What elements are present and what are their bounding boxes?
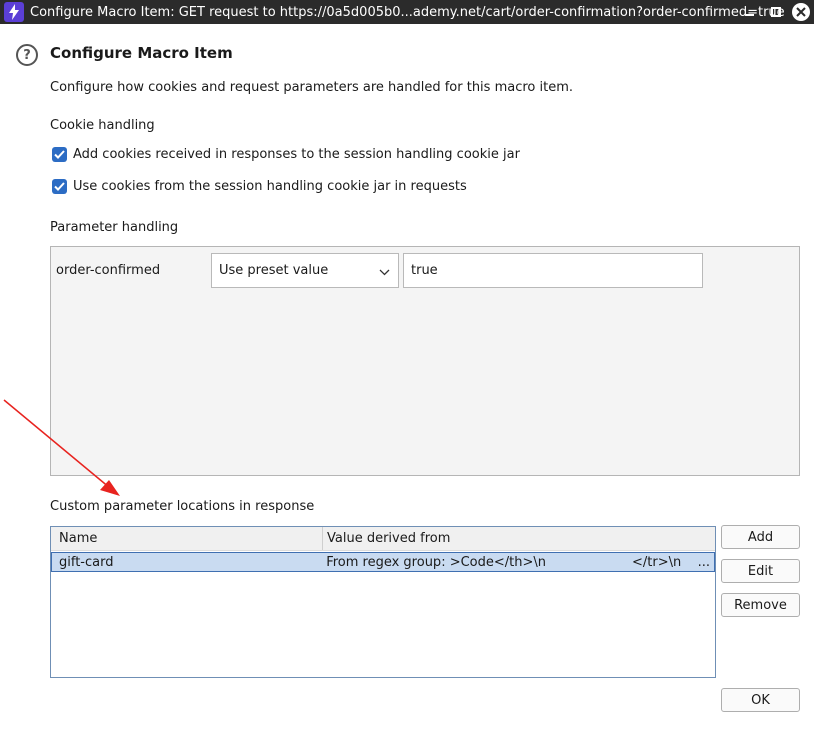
column-header-name[interactable]: Name — [51, 527, 323, 550]
row-derived-part2: </tr>\n — [632, 554, 682, 570]
remove-button[interactable]: Remove — [721, 593, 800, 617]
use-cookies-label: Use cookies from the session handling co… — [73, 179, 467, 194]
table-header: Name Value derived from — [51, 527, 715, 551]
row-name: gift-card — [59, 554, 114, 570]
close-icon[interactable] — [792, 3, 810, 21]
edit-button[interactable]: Edit — [721, 559, 800, 583]
parameter-mode-value: Use preset value — [219, 263, 329, 278]
chevron-down-icon — [379, 265, 390, 280]
column-header-derived[interactable]: Value derived from — [323, 527, 715, 550]
dialog-description: Configure how cookies and request parame… — [50, 80, 574, 95]
row-truncation: ... — [697, 554, 710, 570]
add-cookies-checkbox[interactable] — [52, 147, 67, 162]
parameter-name: order-confirmed — [56, 263, 161, 278]
custom-locations-table: Name Value derived from gift-card From r… — [50, 526, 716, 678]
ok-button[interactable]: OK — [721, 688, 800, 712]
add-cookies-option[interactable]: Add cookies received in responses to the… — [52, 147, 520, 162]
lightning-icon — [4, 2, 24, 22]
parameter-mode-select[interactable]: Use preset value — [211, 253, 399, 288]
row-derived-part1: From regex group: >Code</th>\n — [326, 554, 546, 570]
parameter-handling-panel: order-confirmed Use preset value true — [50, 246, 800, 476]
cookie-handling-label: Cookie handling — [50, 118, 155, 133]
add-button[interactable]: Add — [721, 525, 800, 549]
custom-locations-label: Custom parameter locations in response — [50, 499, 315, 514]
help-icon[interactable]: ? — [16, 44, 38, 66]
window-title: Configure Macro Item: GET request to htt… — [30, 4, 785, 20]
use-cookies-checkbox[interactable] — [52, 179, 67, 194]
minimize-icon[interactable] — [740, 2, 760, 22]
parameter-handling-label: Parameter handling — [50, 220, 179, 235]
add-cookies-label: Add cookies received in responses to the… — [73, 147, 520, 162]
maximize-icon[interactable] — [766, 2, 786, 22]
dialog-heading: Configure Macro Item — [50, 44, 233, 62]
table-row[interactable]: gift-card From regex group: >Code</th>\n… — [51, 552, 715, 572]
row-derived: From regex group: >Code</th>\n </tr>\n .… — [322, 553, 714, 571]
use-cookies-option[interactable]: Use cookies from the session handling co… — [52, 179, 467, 194]
title-bar: Configure Macro Item: GET request to htt… — [0, 0, 814, 24]
parameter-value-field[interactable]: true — [403, 253, 703, 288]
parameter-value-text: true — [411, 263, 438, 278]
dialog-body: ? Configure Macro Item Configure how coo… — [0, 24, 814, 731]
